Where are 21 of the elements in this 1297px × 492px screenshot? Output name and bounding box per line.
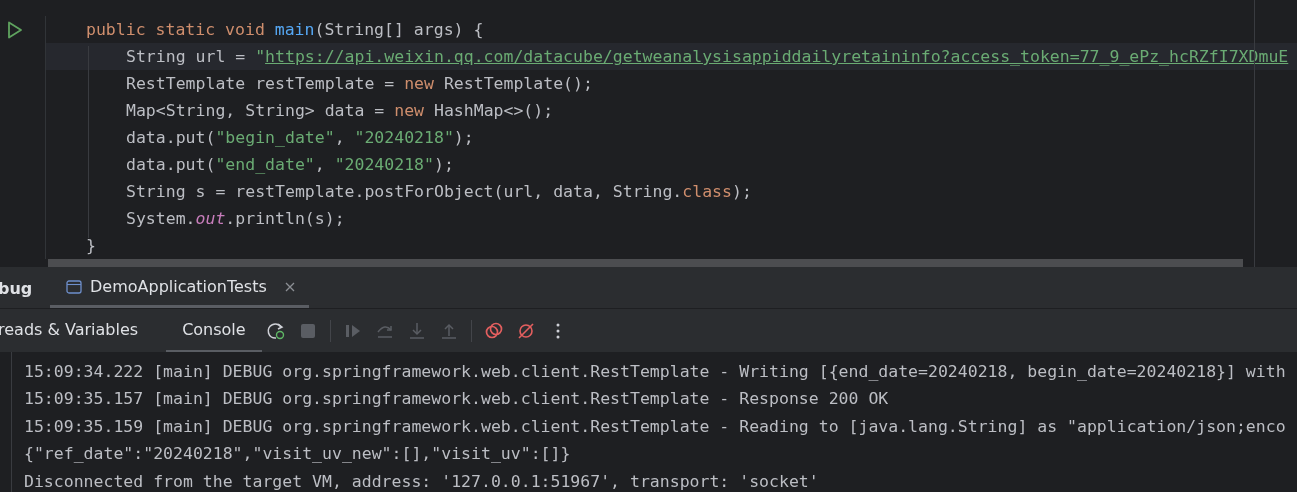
scrollbar[interactable] [48, 259, 1243, 267]
code-line: } [85, 235, 97, 257]
code-line: System.out.println(s); [125, 208, 346, 230]
code-line: data.put("begin_date", "20240218"); [125, 127, 475, 149]
code-line: Map<String, String> data = new HashMap<>(); [125, 100, 555, 122]
tool-window-title: bug [0, 278, 30, 298]
panel-tab[interactable]: reads & Variables [0, 309, 167, 352]
code-line: String s = restTemplate.postForObject(url, data, String.class); [125, 181, 753, 203]
code-line: data.put("end_date", "20240218"); [125, 154, 455, 176]
console-line: {"ref_date":"20240218","visit_uv_new":[],"visit_uv":[]} [24, 443, 572, 466]
code-line: public static void main(String[] args) { [85, 19, 485, 41]
console-line: 15:09:35.159 [main] DEBUG org.springframework.web.client.RestTemplate - Reading to [java.lang.String] as "application/json;enco [24, 415, 1287, 438]
run-icon[interactable] [7, 20, 23, 39]
console-line: 15:09:35.157 [main] DEBUG org.springframework.web.client.RestTemplate - Response 200 OK [24, 388, 890, 411]
breakpoints-icon[interactable] [483, 320, 504, 341]
code-line: RestTemplate restTemplate = new RestTemplate(); [125, 73, 594, 95]
window-icon [66, 279, 82, 294]
console-line: Disconnected from the target VM, address: '127.0.0.1:51967', transport: 'socket' [24, 470, 820, 492]
rerun-debug-icon[interactable] [265, 320, 286, 341]
close-icon[interactable] [284, 281, 295, 292]
console-line: 15:09:34.222 [main] DEBUG org.springframework.web.client.RestTemplate - Writing [{end_date=20240218, begin_date=20240218}] with [24, 361, 1287, 383]
